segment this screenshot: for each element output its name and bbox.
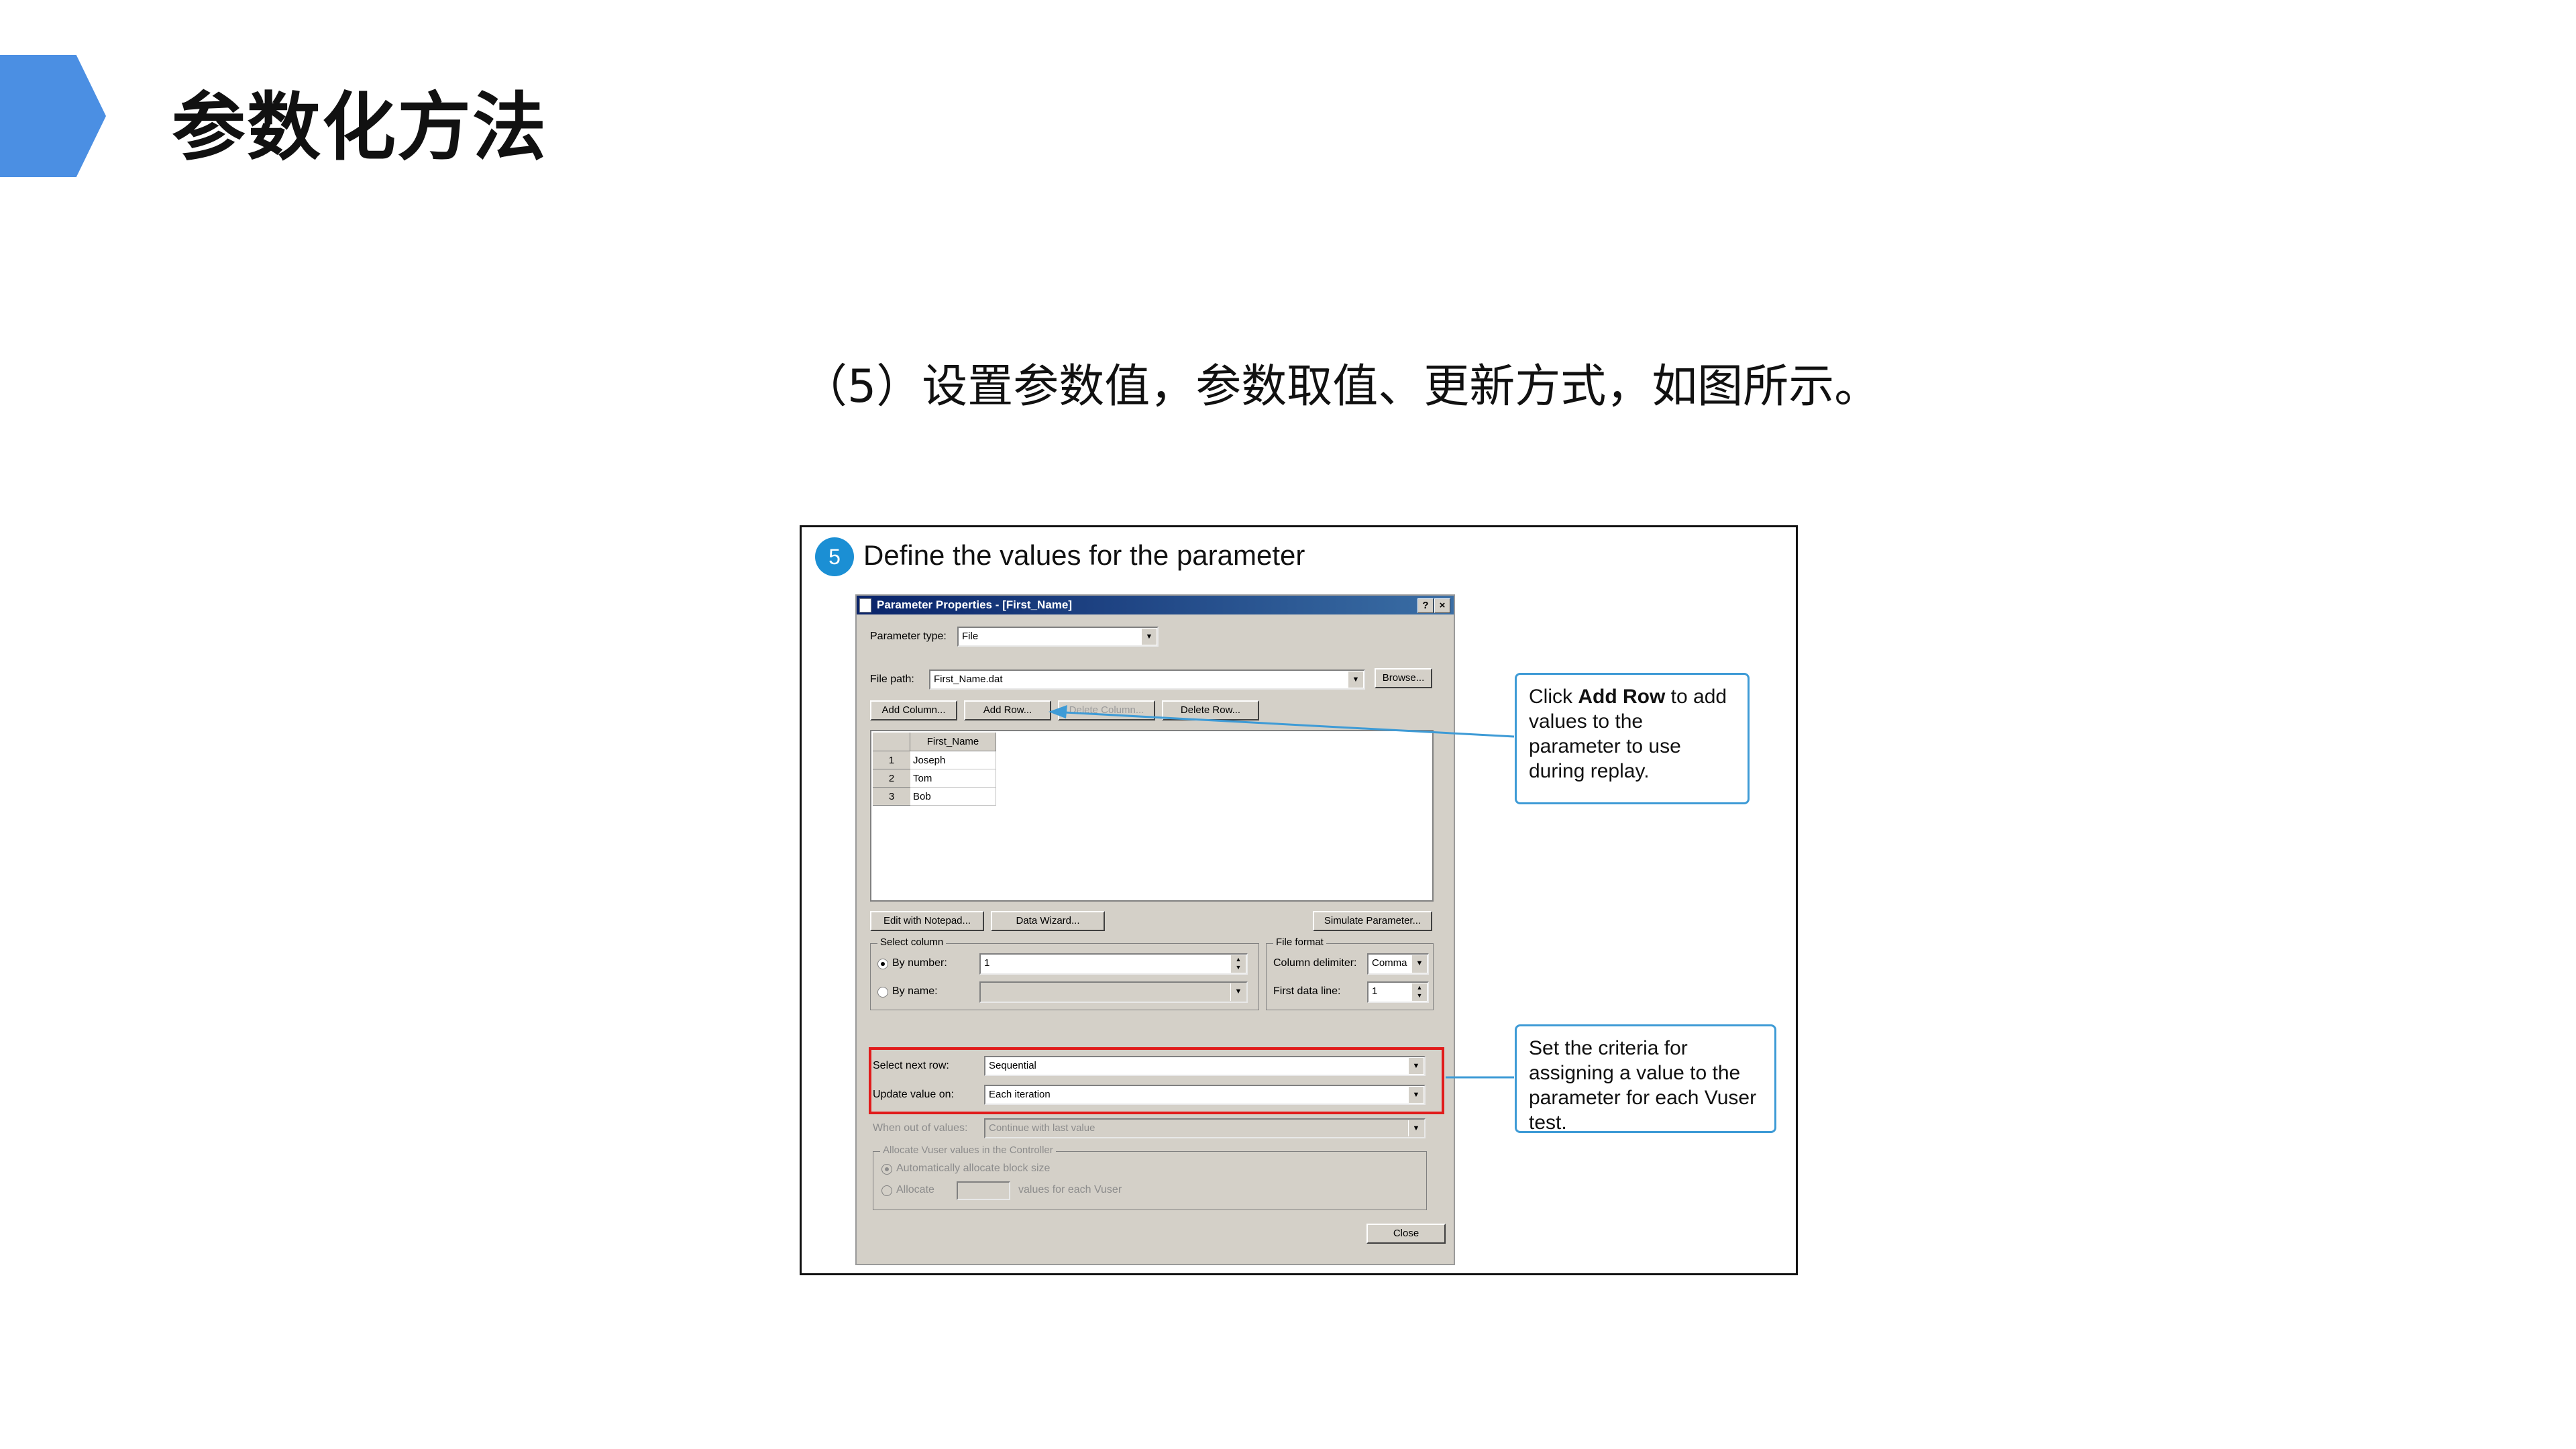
arrow-head-icon [1049, 705, 1067, 718]
callout-leader-lines [1049, 705, 1515, 1079]
header-chevron-shape [0, 55, 106, 177]
slide-title: 参数化方法 [172, 85, 547, 170]
slide-subtitle: （5）设置参数值，参数取值、更新方式，如图所示。 [802, 360, 1880, 413]
add-row-leader-line [1064, 711, 1515, 738]
screenshot-figure: 5 Define the values for the parameter Pa… [800, 525, 1798, 1275]
